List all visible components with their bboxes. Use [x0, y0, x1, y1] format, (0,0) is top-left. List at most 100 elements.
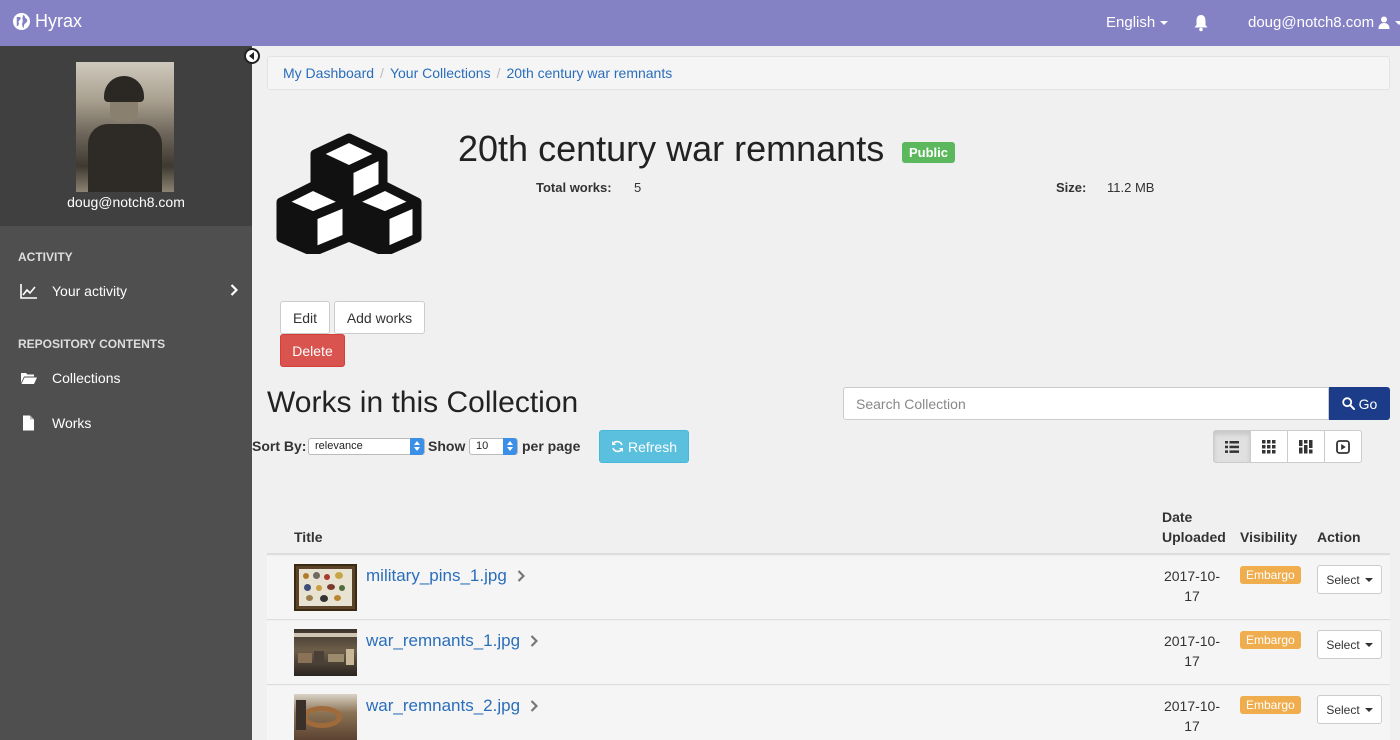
sidebar-item-your-activity[interactable]: Your activity	[0, 276, 252, 306]
slideshow-view-button[interactable]	[1324, 430, 1362, 463]
language-menu[interactable]: English	[1106, 14, 1169, 31]
refresh-label: Refresh	[627, 438, 678, 455]
visibility-badge: Public	[902, 142, 956, 163]
go-label: Go	[1358, 395, 1378, 412]
brand-link[interactable]: Hyrax	[12, 11, 82, 32]
list-view-button[interactable]	[1213, 430, 1251, 463]
edit-button[interactable]: Edit	[280, 301, 330, 334]
works-section-title: Works in this Collection	[267, 386, 579, 419]
work-title-link[interactable]: war_remnants_2.jpg	[366, 696, 539, 716]
view-toggle-group	[1213, 430, 1362, 463]
table-row: military_pins_1.jpg 2017-10- 17 Embargo …	[267, 556, 1390, 620]
file-icon	[23, 415, 34, 431]
grid-view-icon	[1262, 439, 1276, 453]
search-go-button[interactable]: Go	[1329, 387, 1390, 420]
column-header-date-line1[interactable]: Date	[1162, 507, 1192, 527]
masonry-view-icon	[1299, 439, 1313, 453]
chevron-right-icon	[230, 284, 238, 296]
column-header-date-line2[interactable]: Uploaded	[1162, 527, 1226, 547]
delete-button[interactable]: Delete	[280, 334, 345, 367]
select-arrows-icon	[410, 438, 424, 455]
sort-select-value: relevance	[315, 440, 363, 452]
breadcrumb-dashboard[interactable]: My Dashboard	[283, 65, 374, 81]
date-uploaded: 2017-10- 17	[1163, 698, 1221, 734]
globe-icon	[12, 12, 31, 31]
table-row: war_remnants_1.jpg 2017-10- 17 Embargo S…	[267, 621, 1390, 685]
profile-panel: doug@notch8.com	[0, 46, 252, 226]
action-select-button[interactable]: Select	[1317, 695, 1382, 724]
line-chart-icon	[20, 284, 37, 299]
masonry-view-button[interactable]	[1287, 430, 1325, 463]
sidebar-item-collections[interactable]: Collections	[0, 363, 252, 393]
top-navbar: Hyrax English doug@notch8.com	[0, 0, 1400, 46]
cubes-icon	[276, 133, 422, 254]
column-header-action: Action	[1317, 529, 1361, 545]
profile-name: doug@notch8.com	[67, 194, 185, 210]
size-label: Size:	[1056, 180, 1087, 195]
per-page-label: per page	[522, 438, 581, 454]
show-label: Show	[428, 438, 466, 454]
work-title-link[interactable]: war_remnants_1.jpg	[366, 631, 539, 651]
thumbnail-image[interactable]	[294, 694, 357, 740]
thumbnail-image[interactable]	[294, 564, 357, 611]
visibility-badge: Embargo	[1240, 566, 1301, 584]
table-header-divider	[267, 553, 1390, 555]
per-page-select[interactable]: 10	[469, 438, 518, 455]
sidebar-item-label: Works	[52, 415, 92, 431]
total-works-label: Total works:	[536, 180, 612, 195]
per-page-select-value: 10	[476, 440, 489, 452]
caret-down-icon	[1395, 20, 1400, 25]
add-works-button[interactable]: Add works	[334, 301, 425, 334]
date-uploaded: 2017-10- 17	[1163, 633, 1221, 669]
total-works-value: 5	[634, 180, 642, 195]
collection-title: 20th century war remnants	[458, 128, 885, 169]
action-select-button[interactable]: Select	[1317, 630, 1382, 659]
sort-toolbar: Sort By:	[252, 438, 306, 454]
list-view-icon	[1225, 440, 1239, 453]
repository-contents-heading: REPOSITORY CONTENTS	[18, 337, 166, 351]
visibility-badge: Embargo	[1240, 631, 1301, 649]
select-arrows-icon	[503, 438, 517, 455]
caret-down-icon	[1364, 642, 1373, 647]
thumbnail-image[interactable]	[294, 629, 357, 676]
search-icon	[1341, 397, 1355, 410]
user-icon	[1378, 16, 1390, 29]
sidebar: doug@notch8.com ACTIVITY Your activity R…	[0, 46, 252, 740]
slideshow-view-icon	[1336, 439, 1350, 454]
sidebar-item-label: Your activity	[52, 283, 127, 299]
column-header-title[interactable]: Title	[294, 527, 323, 547]
caret-down-icon	[1364, 707, 1373, 712]
action-select-button[interactable]: Select	[1317, 565, 1382, 594]
caret-down-icon	[1364, 577, 1373, 582]
breadcrumb-your-collections[interactable]: Your Collections	[390, 65, 491, 81]
avatar	[76, 62, 174, 192]
work-title-link[interactable]: military_pins_1.jpg	[366, 566, 525, 586]
bell-icon[interactable]	[1193, 14, 1209, 32]
chevron-right-icon	[530, 700, 539, 712]
brand-name: Hyrax	[35, 11, 83, 31]
activity-heading: ACTIVITY	[18, 250, 73, 264]
gallery-view-button[interactable]	[1250, 430, 1288, 463]
size-value: 11.2 MB	[1107, 180, 1155, 195]
breadcrumb: My Dashboard / Your Collections / 20th c…	[267, 56, 1390, 90]
refresh-icon	[611, 440, 623, 453]
table-row: war_remnants_2.jpg 2017-10- 17 Embargo S…	[267, 686, 1390, 740]
sidebar-item-label: Collections	[52, 370, 121, 386]
chevron-right-icon	[517, 570, 525, 582]
sidebar-item-works[interactable]: Works	[0, 408, 252, 438]
folder-open-icon	[21, 373, 37, 384]
user-menu[interactable]: doug@notch8.com	[1248, 14, 1400, 31]
breadcrumb-current-collection[interactable]: 20th century war remnants	[506, 65, 672, 81]
date-uploaded: 2017-10- 17	[1163, 568, 1221, 604]
user-email: doug@notch8.com	[1248, 14, 1375, 31]
caret-down-icon	[1160, 21, 1169, 26]
refresh-button[interactable]: Refresh	[599, 430, 689, 463]
language-label: English	[1106, 14, 1156, 31]
chevron-right-icon	[530, 635, 539, 647]
search-collection-input[interactable]	[843, 387, 1329, 420]
visibility-badge: Embargo	[1240, 696, 1301, 714]
sort-select[interactable]: relevance	[308, 438, 425, 455]
sort-by-label: Sort By:	[252, 438, 307, 454]
sidebar-collapse-button[interactable]	[244, 48, 260, 64]
column-header-visibility[interactable]: Visibility	[1240, 527, 1297, 547]
